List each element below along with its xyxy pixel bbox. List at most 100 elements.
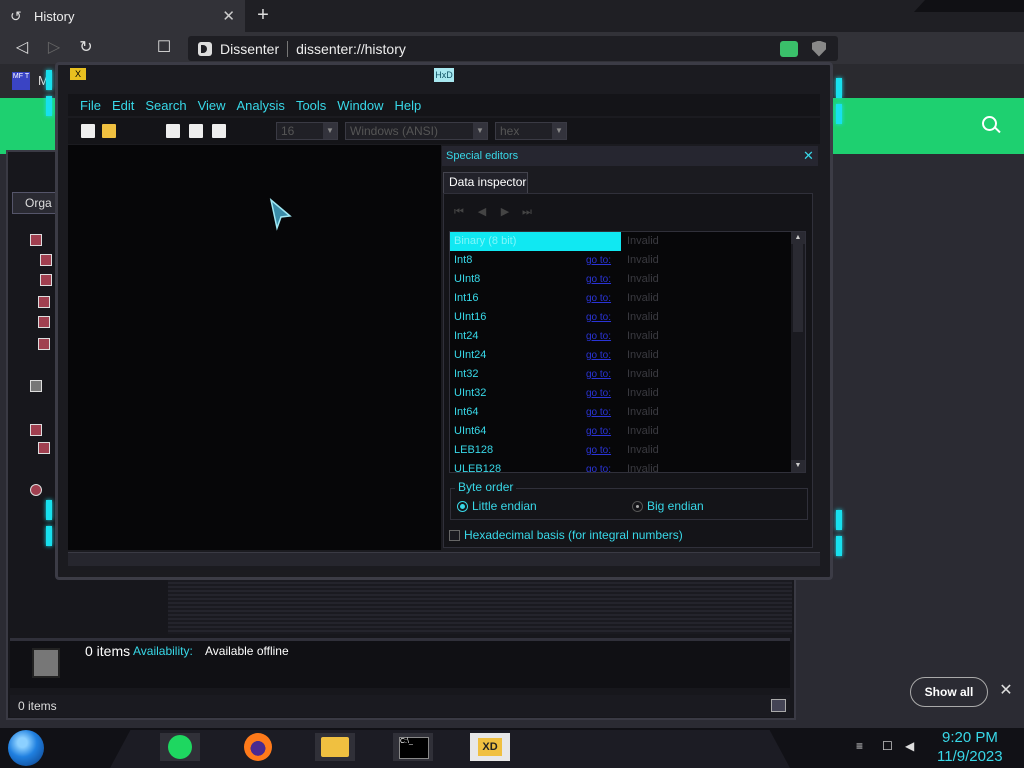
data-inspector-list[interactable]: Binary (8 bit) Invalid Int8 go to: Inval… [449, 231, 806, 473]
new-file-icon[interactable] [81, 124, 95, 138]
open-ram-icon[interactable] [189, 124, 203, 138]
bookmark-favicon[interactable]: MF T [12, 72, 30, 90]
menu-window[interactable]: Window [337, 98, 383, 113]
forward-button[interactable]: ▷ [44, 38, 64, 58]
menu-edit[interactable]: Edit [112, 98, 134, 113]
goto-link[interactable]: go to: [586, 327, 611, 346]
bookmark-icon[interactable]: ☐ [154, 38, 174, 58]
item-thumbnail [32, 648, 60, 678]
url-field[interactable]: Dissenter dissenter://history [188, 36, 838, 61]
page-icon[interactable] [40, 254, 52, 266]
url-text[interactable]: dissenter://history [296, 41, 780, 57]
start-button[interactable] [8, 730, 44, 766]
menu-analysis[interactable]: Analysis [237, 98, 285, 113]
organize-button[interactable]: Orga [12, 192, 56, 214]
special-editors-title: Special editors [446, 150, 519, 162]
show-all-button[interactable]: Show all [910, 677, 988, 707]
spotify-icon[interactable] [160, 733, 200, 761]
clock-date[interactable]: 11/9/2023 [937, 748, 1003, 765]
terminal-icon[interactable] [393, 733, 433, 761]
list-item[interactable]: ULEB128 go to: Invalid [450, 460, 792, 472]
open-folder-icon[interactable] [102, 124, 116, 138]
hex-editor-area[interactable] [68, 145, 441, 550]
new-tab-button[interactable]: + [252, 4, 274, 26]
close-icon[interactable]: ✕ [996, 681, 1016, 701]
page-icon[interactable] [38, 296, 50, 308]
little-endian-radio[interactable] [457, 501, 468, 512]
big-endian-radio[interactable] [632, 501, 643, 512]
network-icon[interactable]: ☐ [882, 740, 896, 752]
close-tab-icon[interactable]: ✕ [222, 7, 235, 25]
goto-link[interactable]: go to: [586, 308, 611, 327]
menu-help[interactable]: Help [395, 98, 422, 113]
little-endian-label[interactable]: Little endian [472, 499, 537, 513]
goto-link[interactable]: go to: [586, 251, 611, 270]
save-icon[interactable] [212, 124, 226, 138]
list-item[interactable]: Int24 go to: Invalid [450, 327, 792, 346]
goto-link[interactable]: go to: [586, 384, 611, 403]
hxd-app-icon[interactable]: X [70, 68, 86, 80]
back-button[interactable]: ◁ [12, 38, 32, 58]
list-item[interactable]: Int64 go to: Invalid [450, 403, 792, 422]
list-item[interactable]: UInt16 go to: Invalid [450, 308, 792, 327]
record-icon[interactable] [30, 484, 42, 496]
hex-basis-checkbox[interactable] [449, 530, 460, 541]
goto-link[interactable]: go to: [586, 441, 611, 460]
list-item[interactable]: UInt32 go to: Invalid [450, 384, 792, 403]
menu-tools[interactable]: Tools [296, 98, 326, 113]
type-name: Int8 [454, 254, 473, 266]
folder-icon[interactable] [30, 234, 42, 246]
goto-link[interactable]: go to: [586, 270, 611, 289]
big-endian-label[interactable]: Big endian [647, 499, 704, 513]
search-icon[interactable] [982, 116, 1002, 136]
shield-icon[interactable] [812, 40, 826, 57]
list-item[interactable]: Binary (8 bit) Invalid [450, 232, 792, 251]
goto-link[interactable]: go to: [586, 403, 611, 422]
scroll-down-icon[interactable]: ▼ [791, 460, 805, 472]
scroll-up-icon[interactable]: ▲ [791, 232, 805, 244]
goto-link[interactable]: go to: [586, 289, 611, 308]
chat-icon[interactable] [780, 40, 798, 57]
previous-icon[interactable]: ◀ [475, 205, 489, 219]
goto-link[interactable]: go to: [586, 422, 611, 441]
list-item[interactable]: LEB128 go to: Invalid [450, 441, 792, 460]
goto-link[interactable]: go to: [586, 346, 611, 365]
chevron-up-icon[interactable]: ≡ [856, 740, 870, 752]
folder-icon[interactable] [30, 380, 42, 392]
clock-time[interactable]: 9:20 PM [942, 729, 998, 746]
firefox-icon[interactable] [238, 733, 278, 761]
list-item[interactable]: Int16 go to: Invalid [450, 289, 792, 308]
menu-view[interactable]: View [198, 98, 226, 113]
last-icon[interactable]: ⏭ [520, 205, 534, 219]
list-item[interactable]: UInt24 go to: Invalid [450, 346, 792, 365]
first-icon[interactable]: ⏮ [452, 205, 466, 219]
menu-file[interactable]: File [80, 98, 101, 113]
reload-button[interactable]: ↻ [76, 38, 96, 58]
list-item[interactable]: Int8 go to: Invalid [450, 251, 792, 270]
offset-base-select[interactable]: hex ▼ [495, 122, 567, 140]
scrollbar-thumb[interactable] [793, 244, 803, 332]
page-icon[interactable] [38, 316, 50, 328]
goto-link[interactable]: go to: [586, 365, 611, 384]
bytes-per-row-select[interactable]: 16 ▼ [276, 122, 338, 140]
list-item[interactable]: UInt64 go to: Invalid [450, 422, 792, 441]
tab-history[interactable]: ↺ History ✕ [0, 0, 245, 32]
volume-icon[interactable]: ◀ [905, 740, 919, 752]
close-icon[interactable]: ✕ [803, 148, 814, 164]
list-item[interactable]: Int32 go to: Invalid [450, 365, 792, 384]
tab-data-inspector[interactable]: Data inspector [443, 172, 528, 193]
open-disk-icon[interactable] [166, 124, 180, 138]
folder-icon[interactable] [30, 424, 42, 436]
list-item[interactable]: UInt8 go to: Invalid [450, 270, 792, 289]
page-icon[interactable] [38, 338, 50, 350]
charset-select[interactable]: Windows (ANSI) ▼ [345, 122, 488, 140]
page-icon[interactable] [38, 442, 50, 454]
menu-search[interactable]: Search [145, 98, 186, 113]
file-explorer-icon[interactable] [315, 733, 355, 761]
goto-link[interactable]: go to: [586, 460, 611, 472]
hex-basis-label[interactable]: Hexadecimal basis (for integral numbers) [464, 528, 683, 542]
view-toggle-icon[interactable] [771, 699, 786, 712]
page-icon[interactable] [40, 274, 52, 286]
next-icon[interactable]: ▶ [498, 205, 512, 219]
hxd-taskbar-icon[interactable] [470, 733, 510, 761]
